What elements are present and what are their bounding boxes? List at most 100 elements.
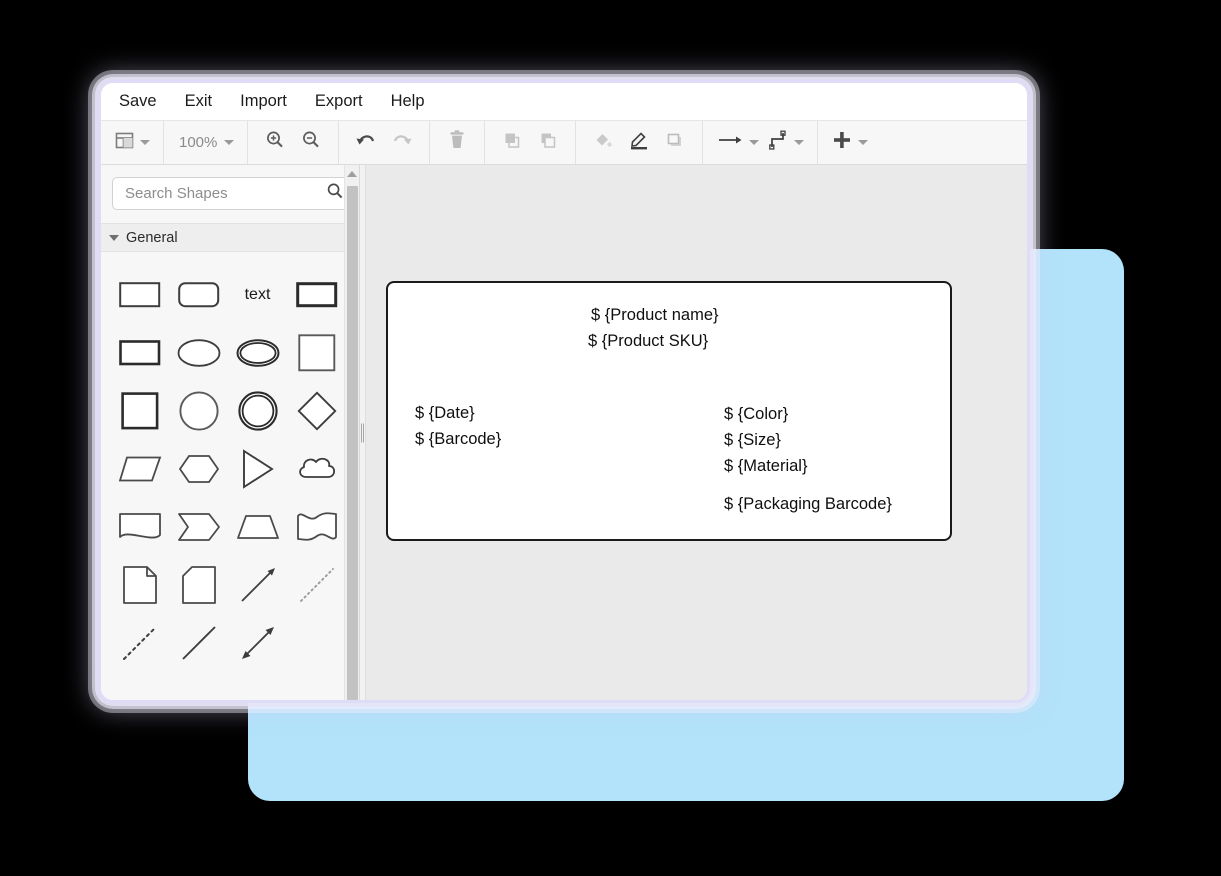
shape-trapezoid[interactable] bbox=[229, 498, 286, 556]
shape-row bbox=[101, 498, 359, 556]
toolbar-group-style bbox=[576, 121, 704, 164]
shape-row bbox=[101, 614, 359, 672]
zoom-out-icon bbox=[300, 129, 322, 156]
shape-square[interactable] bbox=[288, 324, 345, 382]
menu-save[interactable]: Save bbox=[119, 93, 157, 110]
window-body: General text bbox=[101, 165, 1027, 700]
label-size[interactable]: $ {Size} bbox=[724, 432, 781, 449]
bring-to-front-button[interactable] bbox=[494, 128, 530, 158]
shadow-button[interactable] bbox=[657, 128, 693, 158]
label-date[interactable]: $ {Date} bbox=[415, 405, 475, 422]
shape-note[interactable] bbox=[111, 556, 168, 614]
label-product-name[interactable]: $ {Product name} bbox=[591, 307, 719, 324]
shape-cloud[interactable] bbox=[288, 440, 345, 498]
connection-arrow-icon bbox=[716, 131, 744, 154]
zoom-in-icon bbox=[264, 129, 286, 156]
shape-section-general[interactable]: General bbox=[101, 223, 359, 252]
chevron-down-icon[interactable] bbox=[109, 234, 119, 241]
shadow-icon bbox=[664, 129, 686, 156]
send-to-back-button[interactable] bbox=[530, 128, 566, 158]
zoom-level-dropdown[interactable]: 100% bbox=[173, 128, 238, 158]
delete-button[interactable] bbox=[439, 128, 475, 158]
menu-export[interactable]: Export bbox=[315, 93, 363, 110]
toolbar-group-view bbox=[101, 121, 164, 164]
plus-icon bbox=[831, 129, 853, 156]
search-box[interactable] bbox=[112, 177, 348, 210]
shape-dotted-line[interactable] bbox=[288, 556, 345, 614]
vertical-splitter-handle[interactable] bbox=[361, 423, 365, 442]
shape-panel-scrollbar[interactable] bbox=[344, 165, 359, 700]
line-color-button[interactable] bbox=[621, 128, 657, 158]
menu-import[interactable]: Import bbox=[240, 93, 287, 110]
shape-card[interactable] bbox=[170, 556, 227, 614]
insert-button[interactable] bbox=[827, 128, 872, 158]
toolbar-group-zoom bbox=[248, 121, 340, 164]
redo-button[interactable] bbox=[384, 128, 420, 158]
shape-panel: General text bbox=[101, 165, 360, 700]
trash-icon bbox=[447, 129, 467, 156]
toolbar-group-insert bbox=[818, 121, 881, 164]
shape-triangle[interactable] bbox=[229, 440, 286, 498]
menu-exit[interactable]: Exit bbox=[185, 93, 213, 110]
zoom-level-label: 100% bbox=[179, 134, 218, 151]
shape-square-thick[interactable] bbox=[111, 382, 168, 440]
diagram-editor-window: Save Exit Import Export Help 100% Search… bbox=[101, 83, 1027, 700]
label-packaging-barcode[interactable]: $ {Packaging Barcode} bbox=[724, 496, 892, 513]
label-barcode[interactable]: $ {Barcode} bbox=[415, 431, 501, 448]
shape-text[interactable]: text bbox=[229, 266, 286, 324]
shape-double-ellipse[interactable] bbox=[229, 324, 286, 382]
undo-button[interactable] bbox=[348, 128, 384, 158]
shape-document[interactable] bbox=[111, 498, 168, 556]
shape-row bbox=[101, 324, 359, 382]
toolbar-group-delete bbox=[430, 121, 486, 164]
fill-color-button[interactable] bbox=[585, 128, 621, 158]
chevron-down-icon bbox=[749, 140, 760, 145]
shape-textbox[interactable] bbox=[288, 266, 345, 324]
chevron-down-icon bbox=[794, 140, 805, 145]
menu-help[interactable]: Help bbox=[391, 93, 425, 110]
zoom-out-button[interactable] bbox=[293, 128, 329, 158]
diagram-canvas[interactable]: $ {Product name} $ {Product SKU} $ {Date… bbox=[366, 165, 1027, 700]
bring-to-front-icon bbox=[501, 129, 523, 156]
shape-double-circle[interactable] bbox=[229, 382, 286, 440]
shape-rectangle[interactable] bbox=[111, 266, 168, 324]
label-color[interactable]: $ {Color} bbox=[724, 406, 788, 423]
layout-panels-icon bbox=[114, 130, 135, 156]
line-color-icon bbox=[627, 129, 651, 156]
scroll-up-arrow-icon bbox=[347, 170, 357, 177]
label-material[interactable]: $ {Material} bbox=[724, 458, 807, 475]
shape-row bbox=[101, 382, 359, 440]
menu-bar: Save Exit Import Export Help bbox=[101, 83, 1027, 120]
shape-section-label: General bbox=[126, 229, 178, 246]
shape-arrow-line[interactable] bbox=[229, 556, 286, 614]
toolbar-group-history bbox=[339, 121, 431, 164]
product-label-shape[interactable]: $ {Product name} $ {Product SKU} $ {Date… bbox=[386, 281, 952, 541]
shape-tape[interactable] bbox=[288, 498, 345, 556]
send-to-back-icon bbox=[537, 129, 559, 156]
scroll-up-button[interactable] bbox=[345, 165, 359, 182]
shape-ellipse[interactable] bbox=[170, 324, 227, 382]
waypoint-style-dropdown[interactable] bbox=[763, 128, 808, 158]
shape-parallelogram[interactable] bbox=[111, 440, 168, 498]
search-shapes-container bbox=[101, 165, 359, 223]
search-icon[interactable] bbox=[326, 182, 344, 205]
search-shapes-input[interactable] bbox=[123, 184, 326, 203]
shape-step[interactable] bbox=[170, 498, 227, 556]
shape-dashed-line[interactable] bbox=[111, 614, 168, 672]
shape-rounded-rectangle[interactable] bbox=[170, 266, 227, 324]
connection-style-dropdown[interactable] bbox=[712, 128, 763, 158]
shape-plain-line[interactable] bbox=[170, 614, 227, 672]
scrollbar-thumb[interactable] bbox=[347, 186, 358, 700]
redo-icon bbox=[390, 130, 414, 155]
view-layout-button[interactable] bbox=[110, 128, 154, 158]
shape-diamond[interactable] bbox=[288, 382, 345, 440]
shape-row: text bbox=[101, 266, 359, 324]
waypoint-icon bbox=[767, 130, 789, 155]
zoom-in-button[interactable] bbox=[257, 128, 293, 158]
shape-bidirectional-arrow[interactable] bbox=[229, 614, 286, 672]
label-product-sku[interactable]: $ {Product SKU} bbox=[588, 333, 708, 350]
shape-circle[interactable] bbox=[170, 382, 227, 440]
shape-hexagon[interactable] bbox=[170, 440, 227, 498]
toolbar-group-arrange bbox=[485, 121, 577, 164]
shape-rectangle-thick[interactable] bbox=[111, 324, 168, 382]
